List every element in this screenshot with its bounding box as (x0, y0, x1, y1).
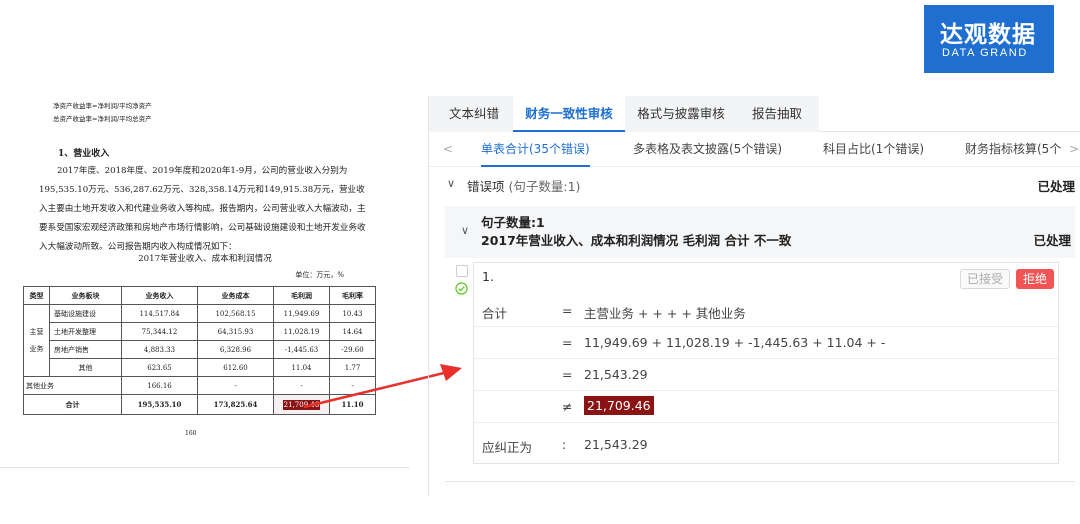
formula-line: 净资产收益率=净利润/平均净资产 (53, 102, 152, 110)
calc-row: = 11,949.69 + 11,028.19 + -1,445.63 + 11… (474, 327, 1058, 359)
row-operator: = (562, 367, 573, 382)
table-cell: 房地产销售 (49, 340, 122, 359)
reject-button[interactable]: 拒绝 (1016, 269, 1054, 289)
table-header: 业务板块 (49, 286, 122, 305)
row-operator: = (562, 335, 573, 350)
table-cell: 102,568.15 (197, 304, 274, 323)
chevron-left-icon[interactable]: < (443, 133, 453, 167)
table-cell: 11,949.69 (273, 304, 330, 323)
calc-row: 合计 = 主营业务 + + + + 其他业务 (474, 295, 1058, 327)
table-cell: 合计 (23, 394, 122, 415)
tab-text-correction[interactable]: 文本纠错 (435, 96, 513, 132)
subtab-multi-table[interactable]: 多表格及表文披露(5个错误) (633, 133, 782, 167)
formula-line: 总资产收益率=净利润/平均总资产 (53, 115, 152, 123)
tab-format-disclosure[interactable]: 格式与披露审核 (625, 96, 737, 132)
audit-panel: 文本纠错 财务一致性审核 格式与披露审核 报告抽取 < 单表合计(35个错误) … (428, 96, 1080, 496)
table-unit: 单位：万元，% (295, 271, 344, 279)
table-cell: 623.65 (121, 358, 198, 377)
sentence-count: 句子数量:1 (481, 215, 545, 230)
table-cell: 土地开发整理 (49, 322, 122, 341)
row-operator: ≠ (562, 399, 573, 414)
section-title: 1、营业收入 (58, 149, 110, 159)
table-cell: 其他 (49, 358, 122, 377)
chevron-down-icon[interactable]: ∨ (447, 177, 455, 190)
table-cell: - (197, 376, 274, 395)
status-label: 已处理 (1037, 179, 1075, 194)
table-cell: 612.60 (197, 358, 274, 377)
table-header: 毛利润 (273, 286, 330, 305)
error-items-header[interactable]: ∨ 错误项 (句子数量:1) 已处理 (429, 168, 1080, 202)
row-key: 合计 (482, 306, 508, 321)
check-circle-icon (455, 282, 468, 295)
subtab-single-table-total[interactable]: 单表合计(35个错误) (481, 133, 590, 167)
chevron-down-icon[interactable]: ∨ (461, 224, 469, 237)
document-paragraph: 2017年度、2018年度、2019年度和2020年1-9月，公司的营业收入分别… (39, 166, 366, 252)
row-value: 21,543.29 (584, 367, 648, 382)
calc-row: ≠ 21,709.46 (474, 391, 1058, 423)
table-cell: 114,517.84 (121, 304, 198, 323)
page-number: 160 (185, 430, 197, 437)
table-cell: 4,883.33 (121, 340, 198, 359)
sub-tabs: < 单表合计(35个错误) 多表格及表文披露(5个错误) 科目占比(1个错误) … (429, 133, 1080, 167)
row-value: 主营业务 + + + + 其他业务 (584, 306, 746, 321)
divider (0, 467, 410, 468)
correction-row: 应纠正为 : 21,543.29 (474, 429, 1058, 461)
subtab-financial-indicators[interactable]: 财务指标核算(5个 (965, 133, 1065, 167)
row-value: 11,949.69 + 11,028.19 + -1,445.63 + 11.0… (584, 335, 886, 350)
item-checkbox[interactable] (456, 265, 468, 277)
subtab-subject-ratio[interactable]: 科目占比(1个错误) (823, 133, 924, 167)
table-cell: 10.43 (329, 304, 376, 323)
calc-row: = 21,543.29 (474, 359, 1058, 391)
datagrand-logo: 达观数据 DATA GRAND (924, 5, 1054, 73)
table-header: 类型 (23, 286, 50, 305)
logo-cn: 达观数据 (940, 22, 1036, 48)
table-header: 业务成本 (197, 286, 274, 305)
row-operator: = (562, 303, 573, 318)
top-tabs: 文本纠错 财务一致性审核 格式与披露审核 报告抽取 (429, 96, 1080, 132)
row-key: 应纠正为 (482, 440, 533, 455)
table-row: 土地开发整理 75,344.12 64,315.93 11,028.19 14.… (24, 322, 376, 341)
table-cell: 11,028.19 (273, 322, 330, 341)
table-header-row: 类型 业务板块 业务收入 业务成本 毛利润 毛利率 (23, 286, 376, 305)
table-cell: 166.16 (121, 376, 198, 395)
row-value: 21,543.29 (584, 437, 648, 452)
table-row: 主营业务 基础设施建设 114,517.84 102,568.15 11,949… (23, 304, 376, 377)
chevron-right-icon[interactable]: > (1069, 133, 1079, 167)
group-label-cell: 主营业务 (23, 304, 50, 377)
sentence-text: 2017年营业收入、成本和利润情况 毛利润 合计 不一致 (481, 233, 792, 248)
logo-en: DATA GRAND (942, 47, 1028, 59)
table-title: 2017年营业收入、成本和利润情况 (138, 254, 272, 264)
table-cell: 64,315.93 (197, 322, 274, 341)
item-number: 1. (482, 269, 494, 284)
table-cell: 14.64 (329, 322, 376, 341)
tab-report-extraction[interactable]: 报告抽取 (737, 96, 817, 132)
error-detail-card: 1. 已接受 拒绝 合计 = 主营业务 + + + + 其他业务 = 11,94… (473, 262, 1059, 464)
status-label: 已处理 (1033, 233, 1071, 248)
sentence-group[interactable]: ∨ 句子数量:1 2017年营业收入、成本和利润情况 毛利润 合计 不一致 已处… (445, 206, 1075, 258)
table-header: 业务收入 (121, 286, 198, 305)
divider (445, 481, 1075, 482)
table-cell: 173,825.64 (197, 394, 274, 415)
accept-button[interactable]: 已接受 (960, 269, 1010, 289)
table-cell: 6,328.96 (197, 340, 274, 359)
tab-financial-consistency[interactable]: 财务一致性审核 (513, 96, 625, 132)
mismatch-value: 21,709.46 (584, 396, 654, 415)
table-cell: 基础设施建设 (49, 304, 122, 323)
table-cell: 75,344.12 (121, 322, 198, 341)
table-cell: 195,535.10 (121, 394, 198, 415)
table-cell: 其他业务 (23, 376, 122, 395)
table-header: 毛利率 (329, 286, 376, 305)
row-operator: : (562, 437, 567, 452)
error-items-label: 错误项 (句子数量:1) (467, 179, 581, 194)
